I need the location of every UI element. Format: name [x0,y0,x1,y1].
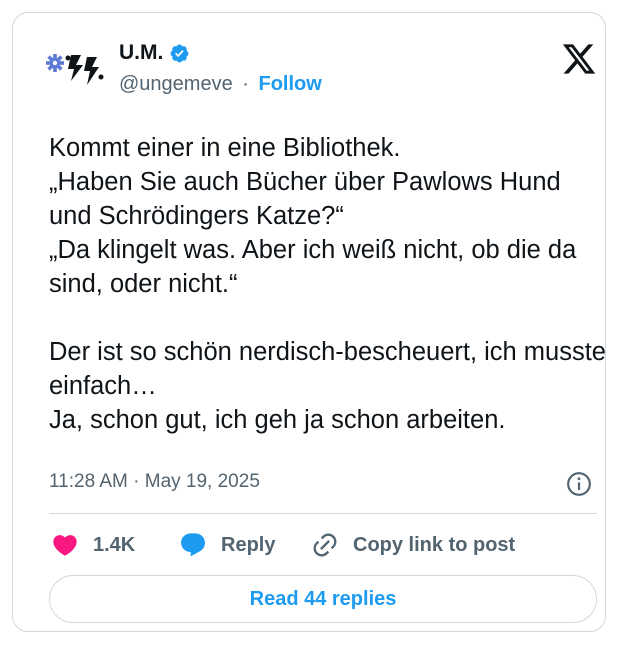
author-name-row: U.M. [119,38,190,68]
lightning-gear-avatar-icon[interactable] [41,41,107,93]
author-display-name[interactable]: U.M. [119,39,163,67]
verified-badge-icon [170,44,189,62]
info-icon[interactable] [566,471,592,497]
link-icon [313,533,337,557]
reply-button[interactable]: Reply [179,527,275,563]
reply-label: Reply [221,533,276,556]
follow-button[interactable]: Follow [259,73,322,95]
author-handle-row: @ungemeve · Follow [119,71,322,97]
copy-link-button[interactable]: Copy link to post [311,527,515,563]
post-text: Kommt einer in eine Bibliothek. „Haben S… [49,134,606,434]
copy-link-label: Copy link to post [353,533,516,556]
embedded-post-card: U.M. @ungemeve · Follow Kommt einer in e… [12,12,606,632]
heart-icon [53,535,77,556]
like-count: 1.4K [93,533,136,556]
divider [49,513,597,514]
read-replies-button[interactable]: Read 44 replies [49,575,597,623]
author-handle[interactable]: @ungemeve [119,73,233,95]
reply-bubble-icon [181,533,205,557]
like-button[interactable]: 1.4K [51,527,135,563]
x-logo-icon[interactable] [561,41,597,77]
post-timestamp[interactable]: 11:28 AM · May 19, 2025 [49,468,260,496]
handle-separator: · [242,73,249,95]
